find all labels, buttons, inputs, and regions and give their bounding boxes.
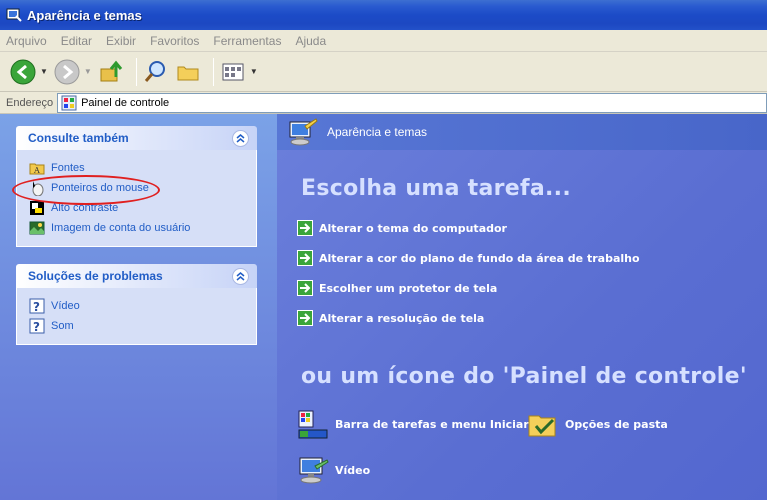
troubleshoot-body: ? Vídeo ? Som [16,288,257,345]
menu-editar[interactable]: Editar [61,34,92,48]
task-label: Escolher um protetor de tela [319,281,498,295]
user-picture-icon [29,220,45,236]
window-title: Aparência e temas [27,7,142,23]
help-icon: ? [29,318,45,334]
menu-ajuda[interactable]: Ajuda [295,34,326,48]
control-panel-icon [61,95,77,110]
menu-arquivo[interactable]: Arquivo [6,34,47,48]
back-button[interactable]: ▼ [10,59,48,85]
task-alterar-tema[interactable]: Alterar o tema do computador [297,220,507,236]
task-label: Alterar a resolução de tela [319,311,485,325]
troubleshoot-item-som[interactable]: ? Som [29,316,246,336]
fonts-folder-icon: A [29,160,45,176]
see-also-title: Consulte também [28,131,129,145]
toolbar: ▼ ▼ ▼ [0,52,767,92]
cp-item-taskbar[interactable]: Barra de tarefas e menu Iniciar [297,408,529,440]
troubleshoot-title: Soluções de problemas [28,269,163,283]
search-icon [144,60,165,82]
task-resolucao-tela[interactable]: Alterar a resolução de tela [297,310,484,326]
see-also-header[interactable]: Consulte também [16,126,257,150]
task-pane: Consulte também A Fontes Ponteiros do mo… [0,114,277,500]
svg-text:?: ? [33,320,40,334]
menu-ferramentas[interactable]: Ferramentas [213,34,281,48]
task-label: Alterar o tema do computador [319,221,507,235]
address-label: Endereço [6,96,54,109]
troubleshoot-item-label: Vídeo [51,300,80,312]
chevron-up-icon [236,133,245,143]
annotation-ellipse [12,175,160,205]
see-also-item-label: Imagem de conta do usuário [51,222,191,234]
up-arrow-icon [100,60,122,81]
title-bar: Aparência e temas [0,0,767,30]
address-value: Painel de controle [81,96,170,109]
collapse-button[interactable] [232,129,249,147]
choose-task-heading: Escolha uma tarefa... [301,176,571,201]
address-field[interactable]: Painel de controle [57,92,767,113]
window-app-icon[interactable] [6,7,22,23]
cp-item-display[interactable]: Vídeo [297,454,370,486]
svg-text:?: ? [33,300,40,314]
cp-item-label: Vídeo [335,463,371,477]
see-also-item-label: Fontes [51,162,85,174]
task-protetor-tela[interactable]: Escolher um protetor de tela [297,280,497,296]
cp-item-label: Opções de pasta [565,417,668,431]
green-arrow-icon [297,250,313,266]
svg-text:A: A [33,166,40,175]
address-bar: Endereço Painel de controle [0,92,767,114]
chevron-up-icon [236,271,245,281]
menu-exibir[interactable]: Exibir [106,34,136,48]
folder-options-icon [528,415,556,437]
collapse-button[interactable] [232,267,249,285]
green-arrow-icon [297,310,313,326]
chevron-down-icon[interactable]: ▼ [84,67,92,76]
content-header: Aparência e temas [277,114,767,150]
cp-item-label: Barra de tarefas e menu Iniciar [335,417,529,431]
views-icon [222,63,244,80]
chevron-down-icon[interactable]: ▼ [250,67,258,76]
menu-bar: Arquivo Editar Exibir Favoritos Ferramen… [0,30,767,52]
back-arrow-icon [10,59,36,84]
up-folder-button[interactable] [98,59,124,85]
content-area: Aparência e temas Escolha uma tarefa... … [277,114,767,500]
views-button[interactable]: ▼ [220,59,258,85]
task-alterar-cor-fundo[interactable]: Alterar a cor do plano de fundo da área … [297,250,640,266]
task-label: Alterar a cor do plano de fundo da área … [319,251,640,265]
toolbar-separator [212,57,214,86]
toolbar-separator [135,57,137,86]
troubleshoot-header[interactable]: Soluções de problemas [16,264,257,288]
appearance-themes-icon [289,118,318,146]
chevron-down-icon[interactable]: ▼ [40,67,48,76]
help-icon: ? [29,298,45,314]
or-icon-heading: ou um ícone do 'Painel de controle' [301,364,747,389]
cp-item-folder-options[interactable]: Opções de pasta [527,408,668,440]
troubleshoot-item-label: Som [51,320,74,332]
display-icon [299,457,329,484]
taskbar-icon [298,410,328,439]
green-arrow-icon [297,280,313,296]
troubleshoot-item-video[interactable]: ? Vídeo [29,296,246,316]
contrast-icon [29,200,45,216]
menu-favoritos[interactable]: Favoritos [150,34,199,48]
forward-button[interactable]: ▼ [54,59,92,85]
troubleshoot-panel: Soluções de problemas ? Vídeo ? Som [16,264,257,345]
content-header-title: Aparência e temas [327,125,428,139]
search-button[interactable] [143,59,169,85]
see-also-item-imagem-conta[interactable]: Imagem de conta do usuário [29,218,246,238]
folders-button[interactable] [175,59,201,85]
forward-arrow-icon [54,59,80,84]
folder-icon [177,66,199,80]
green-arrow-icon [297,220,313,236]
